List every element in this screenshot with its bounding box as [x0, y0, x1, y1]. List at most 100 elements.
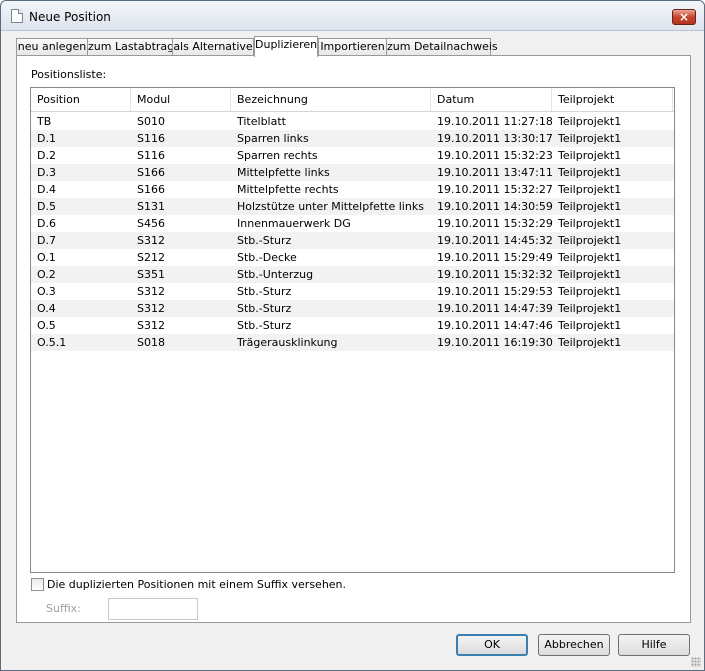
- tab-zum-lastabtrag[interactable]: zum Lastabtrag: [87, 38, 174, 56]
- table-row[interactable]: O.4 S312 Stb.-Sturz 19.10.2011 14:47:39 Teil…: [31, 300, 674, 317]
- table-row[interactable]: D.3 S166 Mittelpfette links 19.10.2011 13:4…: [31, 164, 674, 181]
- tab-neu-anlegen[interactable]: neu anlegen: [16, 38, 88, 56]
- cell-datum: 19.10.2011 14:47:46: [437, 319, 553, 332]
- table-row[interactable]: D.2 S116 Sparren rechts 19.10.2011 15:32:23…: [31, 147, 674, 164]
- suffix-checkbox-label[interactable]: Die duplizierten Positionen mit einem Su…: [47, 578, 346, 591]
- cell-position: O.4: [37, 302, 56, 315]
- cell-position: O.1: [37, 251, 56, 264]
- cell-position: D.4: [37, 183, 56, 196]
- suffix-field-label: Suffix:: [46, 602, 81, 615]
- suffix-checkbox[interactable]: [31, 578, 44, 591]
- table-row[interactable]: D.7 S312 Stb.-Sturz 19.10.2011 14:45:32 Teil…: [31, 232, 674, 249]
- cell-datum: 19.10.2011 14:47:39: [437, 302, 553, 315]
- dialog-window: Neue Position × neu anlegen zum Lastabtr…: [0, 0, 705, 671]
- table-row[interactable]: O.2 S351 Stb.-Unterzug 19.10.2011 15:32:32 T…: [31, 266, 674, 283]
- cell-datum: 19.10.2011 15:32:27: [437, 183, 553, 196]
- cell-position: O.5: [37, 319, 56, 332]
- cell-datum: 19.10.2011 16:19:30: [437, 336, 553, 349]
- table-row[interactable]: TB S010 Titelblatt 19.10.2011 11:27:18 Teilp…: [31, 113, 674, 130]
- table-row[interactable]: D.5 S131 Holzstütze unter Mittelpfette lin…: [31, 198, 674, 215]
- document-icon: [11, 9, 23, 23]
- cell-position: O.2: [37, 268, 56, 281]
- tab-importieren[interactable]: Importieren: [318, 38, 387, 56]
- cell-modul: S312: [137, 285, 165, 298]
- cell-datum: 19.10.2011 14:45:32: [437, 234, 553, 247]
- cell-modul: S018: [137, 336, 165, 349]
- cell-teilprojekt: Teilprojekt1: [558, 200, 622, 213]
- cell-bezeichnung: Stb.-Sturz: [237, 319, 292, 332]
- cell-teilprojekt: Teilprojekt1: [558, 319, 622, 332]
- cell-datum: 19.10.2011 13:30:17: [437, 132, 553, 145]
- cancel-button[interactable]: Abbrechen: [538, 634, 610, 656]
- cell-bezeichnung: Sparren rechts: [237, 149, 318, 162]
- cell-position: D.3: [37, 166, 56, 179]
- cell-modul: S116: [137, 132, 165, 145]
- cell-modul: S131: [137, 200, 165, 213]
- cell-modul: S456: [137, 217, 165, 230]
- cell-position: D.5: [37, 200, 56, 213]
- cell-datum: 19.10.2011 15:32:29: [437, 217, 553, 230]
- cell-modul: S312: [137, 302, 165, 315]
- cell-teilprojekt: Teilprojekt1: [558, 302, 622, 315]
- ok-button[interactable]: OK: [456, 634, 528, 656]
- column-header-modul[interactable]: Modul: [131, 88, 231, 111]
- cell-teilprojekt: Teilprojekt1: [558, 149, 622, 162]
- suffix-input[interactable]: [108, 598, 198, 620]
- resize-grip-icon[interactable]: [691, 657, 701, 667]
- cell-modul: S312: [137, 319, 165, 332]
- title-bar[interactable]: Neue Position ×: [1, 1, 704, 31]
- cell-bezeichnung: Innenmauerwerk DG: [237, 217, 351, 230]
- table-row[interactable]: O.5.1 S018 Trägerausklinkung 19.10.2011 16:…: [31, 334, 674, 351]
- help-button[interactable]: Hilfe: [618, 634, 690, 656]
- cell-position: TB: [37, 115, 52, 128]
- list-body: TB S010 Titelblatt 19.10.2011 11:27:18 Teilp…: [31, 113, 674, 351]
- table-row[interactable]: D.4 S166 Mittelpfette rechts 19.10.2011 15:…: [31, 181, 674, 198]
- cell-modul: S116: [137, 149, 165, 162]
- tab-als-alternative[interactable]: als Alternative: [172, 38, 254, 56]
- cell-datum: 19.10.2011 13:47:11: [437, 166, 553, 179]
- tab-zum-detailnachweis[interactable]: zum Detailnachweis: [386, 38, 498, 56]
- list-caption: Positionsliste:: [31, 68, 107, 81]
- cell-bezeichnung: Trägerausklinkung: [237, 336, 338, 349]
- cell-modul: S010: [137, 115, 165, 128]
- table-row[interactable]: O.3 S312 Stb.-Sturz 19.10.2011 15:29:53 Teil…: [31, 283, 674, 300]
- cell-bezeichnung: Mittelpfette links: [237, 166, 330, 179]
- cell-position: D.6: [37, 217, 56, 230]
- cell-teilprojekt: Teilprojekt1: [558, 336, 622, 349]
- cell-bezeichnung: Stb.-Sturz: [237, 234, 292, 247]
- cell-position: D.1: [37, 132, 56, 145]
- table-row[interactable]: D.1 S116 Sparren links 19.10.2011 13:30:17 T…: [31, 130, 674, 147]
- cell-datum: 19.10.2011 15:29:49: [437, 251, 553, 264]
- position-list[interactable]: Position Modul Bezeichnung Datum Teilpro…: [30, 87, 675, 573]
- cell-teilprojekt: Teilprojekt1: [558, 217, 622, 230]
- table-row[interactable]: O.5 S312 Stb.-Sturz 19.10.2011 14:47:46 Teil…: [31, 317, 674, 334]
- cell-modul: S166: [137, 166, 165, 179]
- window-title: Neue Position: [29, 10, 111, 24]
- cell-bezeichnung: Stb.-Unterzug: [237, 268, 314, 281]
- table-row[interactable]: O.1 S212 Stb.-Decke 19.10.2011 15:29:49 Teil…: [31, 249, 674, 266]
- cell-bezeichnung: Stb.-Sturz: [237, 302, 292, 315]
- cell-teilprojekt: Teilprojekt1: [558, 132, 622, 145]
- cell-bezeichnung: Mittelpfette rechts: [237, 183, 339, 196]
- column-header-datum[interactable]: Datum: [431, 88, 552, 111]
- cell-modul: S212: [137, 251, 165, 264]
- cell-bezeichnung: Titelblatt: [237, 115, 286, 128]
- cell-position: O.3: [37, 285, 56, 298]
- cell-modul: S351: [137, 268, 165, 281]
- tab-panel-duplizieren: Positionsliste: Position Modul Bezeichnu…: [16, 55, 691, 623]
- cell-modul: S166: [137, 183, 165, 196]
- column-header-teilprojekt[interactable]: Teilprojekt: [552, 88, 673, 111]
- cell-teilprojekt: Teilprojekt1: [558, 285, 622, 298]
- cell-teilprojekt: Teilprojekt1: [558, 115, 622, 128]
- cell-teilprojekt: Teilprojekt1: [558, 268, 622, 281]
- cell-bezeichnung: Stb.-Sturz: [237, 285, 292, 298]
- close-button[interactable]: ×: [672, 9, 696, 25]
- tab-duplizieren[interactable]: Duplizieren: [254, 36, 318, 57]
- table-row[interactable]: D.6 S456 Innenmauerwerk DG 19.10.2011 15:32…: [31, 215, 674, 232]
- cell-modul: S312: [137, 234, 165, 247]
- column-header-position[interactable]: Position: [31, 88, 131, 111]
- cell-position: D.2: [37, 149, 56, 162]
- column-header-bezeichnung[interactable]: Bezeichnung: [231, 88, 431, 111]
- list-header: Position Modul Bezeichnung Datum Teilpro…: [31, 88, 674, 112]
- cell-teilprojekt: Teilprojekt1: [558, 234, 622, 247]
